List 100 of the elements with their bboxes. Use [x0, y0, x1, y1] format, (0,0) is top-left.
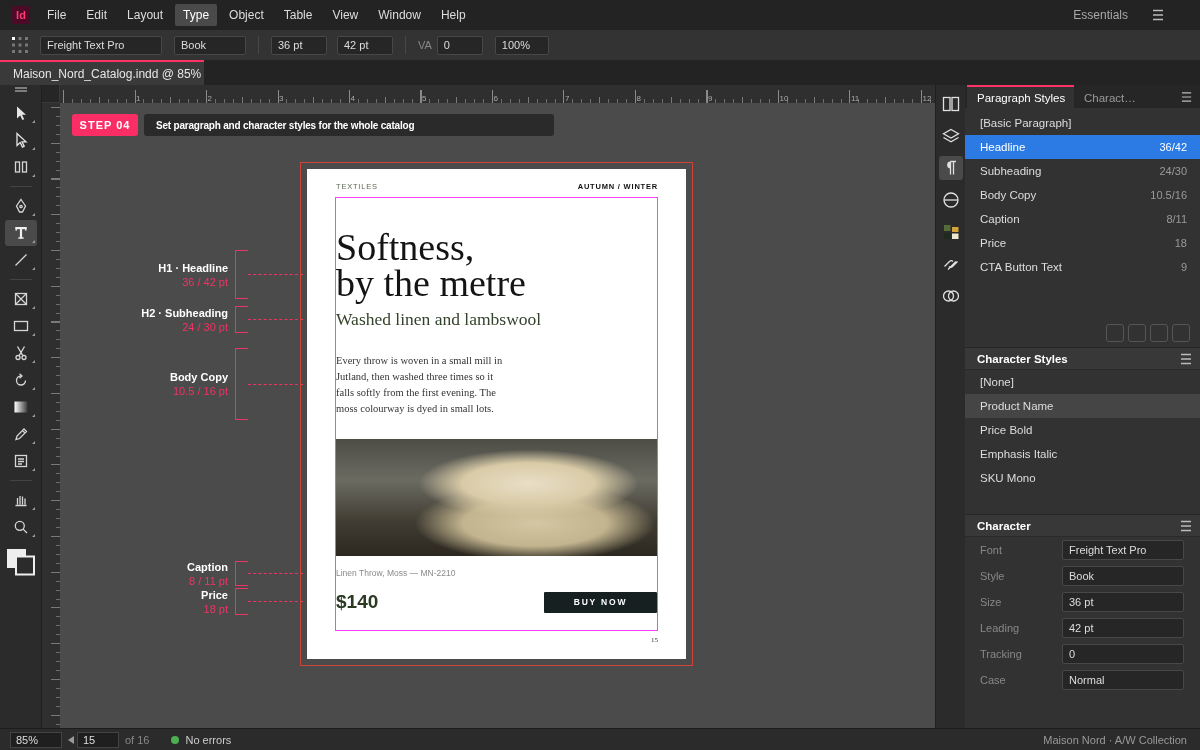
ruler-number: 12	[922, 94, 932, 103]
paragraph-style-item[interactable]: Body Copy 10.5/16	[965, 183, 1200, 207]
crossed-frame-icon	[12, 291, 29, 307]
step-badge: STEP 04	[72, 114, 138, 136]
toolbar-field[interactable]: 36 pt	[271, 35, 327, 55]
leader-line	[248, 601, 303, 602]
character-style-item[interactable]: Price Bold	[965, 418, 1200, 442]
swatches-icon	[941, 223, 960, 241]
tool-button[interactable]	[4, 220, 37, 246]
panel-tab[interactable]: Charact…	[1073, 85, 1181, 108]
field-label: Leading	[980, 622, 1021, 634]
style-size: 24/30	[1159, 165, 1187, 177]
character-field[interactable]: 0	[1062, 644, 1184, 664]
app-logo: Id	[12, 6, 30, 24]
leader-line	[248, 319, 303, 320]
panel-title: Character	[977, 519, 1031, 532]
workspace-switcher[interactable]: Essentials	[1073, 8, 1128, 22]
paragraph-style-item[interactable]: Caption 8/11	[965, 207, 1200, 231]
pencil-icon	[12, 426, 29, 442]
character-field[interactable]: Normal	[1062, 670, 1184, 690]
paragraph-style-item[interactable]: [Basic Paragraph]	[965, 111, 1200, 135]
annotation-label: H2 · Subheading	[141, 305, 228, 320]
step-instruction: Set paragraph and character styles for the whole catalog	[144, 114, 554, 136]
menu-item[interactable]: Layout	[119, 4, 172, 26]
ruler-number: 4	[350, 94, 355, 103]
character-style-item[interactable]: SKU Mono	[965, 466, 1200, 490]
status-text: No errors	[185, 733, 232, 746]
annotation-value: 10.5 / 16 pt	[172, 384, 228, 398]
page-field[interactable]: 15	[77, 731, 119, 748]
ruler-number: 9	[708, 94, 713, 103]
field-label: VA	[418, 39, 432, 51]
zoom-icon	[12, 519, 29, 535]
character-style-item[interactable]: Product Name	[965, 394, 1200, 418]
grip-icon[interactable]	[14, 87, 27, 92]
character-field[interactable]: Book	[1062, 566, 1184, 586]
ruler-number: 7	[565, 94, 570, 103]
menu-item[interactable]: Window	[370, 4, 429, 26]
toolbar-field[interactable]: Freight Text Pro	[40, 35, 162, 55]
caret-left-icon[interactable]	[68, 735, 74, 744]
bracket-marker	[235, 561, 248, 586]
toolbar-field[interactable]: Book	[174, 35, 246, 55]
style-size: 9	[1180, 261, 1187, 273]
columns-icon	[12, 159, 29, 175]
menu-item[interactable]: Object	[221, 4, 272, 26]
paragraph-style-item[interactable]: Subheading 24/30	[965, 159, 1200, 183]
menu-item[interactable]: Type	[175, 4, 218, 26]
zoom-field[interactable]: 85%	[10, 731, 62, 748]
character-field[interactable]: 36 pt	[1062, 592, 1184, 612]
scissors-icon	[12, 345, 29, 361]
annotation-label: Price	[201, 587, 228, 602]
field-label: Font	[980, 544, 1003, 556]
style-size: 18	[1174, 237, 1187, 249]
field-label: Tracking	[980, 648, 1023, 660]
menu-item[interactable]: Edit	[78, 4, 116, 26]
annotation-label: H1 · Headline	[158, 260, 228, 275]
document-tab[interactable]: Maison_Nord_Catalog.indd @ 85%	[0, 60, 204, 85]
bracket-marker	[235, 588, 248, 615]
character-style-item[interactable]: Emphasis Italic	[965, 442, 1200, 466]
menu-icon[interactable]	[1180, 91, 1192, 103]
toolbar-field[interactable]: 42 pt	[337, 35, 393, 55]
character-style-item[interactable]: [None]	[965, 370, 1200, 394]
menu-icon[interactable]	[1152, 9, 1164, 21]
toolbar-field[interactable]: 0	[436, 35, 483, 55]
paragraph-style-item[interactable]: Price 18	[965, 231, 1200, 255]
character-field[interactable]: 42 pt	[1062, 618, 1184, 638]
leader-line	[248, 274, 303, 275]
bracket-marker	[235, 306, 248, 333]
panel-tab[interactable]: Paragraph Styles	[967, 85, 1074, 108]
menu-icon[interactable]	[1180, 519, 1192, 532]
ruler-number: 11	[851, 94, 860, 103]
toolbar-field[interactable]: 100%	[494, 35, 549, 55]
menu-item[interactable]: Table	[275, 4, 321, 26]
panel-toggle-button[interactable]	[938, 156, 963, 180]
panel-title: Character Styles	[977, 352, 1068, 365]
overlapping-circles-icon	[941, 287, 960, 305]
menu-item[interactable]: Help	[432, 4, 474, 26]
fill-stroke-icon[interactable]	[5, 548, 36, 576]
field-label: Style	[980, 570, 1006, 582]
rectangle-icon	[12, 318, 29, 334]
menu-item[interactable]: View	[324, 4, 367, 26]
buy-now-button[interactable]: BUY NOW	[544, 591, 657, 613]
ruler-number: 6	[493, 94, 498, 103]
menu-item[interactable]: File	[39, 4, 75, 26]
body-copy: Every throw is woven in a small mill in Jutland, then washed three times so it falls softly from the first evening. The moss colourway is dyed in small lots.	[336, 354, 504, 416]
paragraph-style-item[interactable]: Headline 36/42	[965, 135, 1200, 159]
reference-point-icon[interactable]	[12, 37, 28, 53]
annotation-value: 18 pt	[203, 601, 228, 616]
style-size: 8/11	[1166, 213, 1187, 225]
price: $140	[336, 591, 379, 613]
subheading: Washed linen and lambswool	[336, 308, 543, 330]
pages-icon	[941, 95, 960, 113]
document-name: Maison Nord · A/W Collection	[1043, 733, 1187, 746]
field-label: Size	[980, 596, 1003, 608]
ruler-number: 3	[279, 94, 284, 103]
ruler-number: 5	[422, 94, 427, 103]
character-field[interactable]: Freight Text Pro	[1062, 540, 1184, 560]
annotation-value: 8 / 11 pt	[189, 573, 228, 588]
menu-icon[interactable]	[1180, 352, 1192, 365]
annotation-label: Caption	[187, 559, 228, 574]
paragraph-style-item[interactable]: CTA Button Text 9	[965, 255, 1200, 279]
